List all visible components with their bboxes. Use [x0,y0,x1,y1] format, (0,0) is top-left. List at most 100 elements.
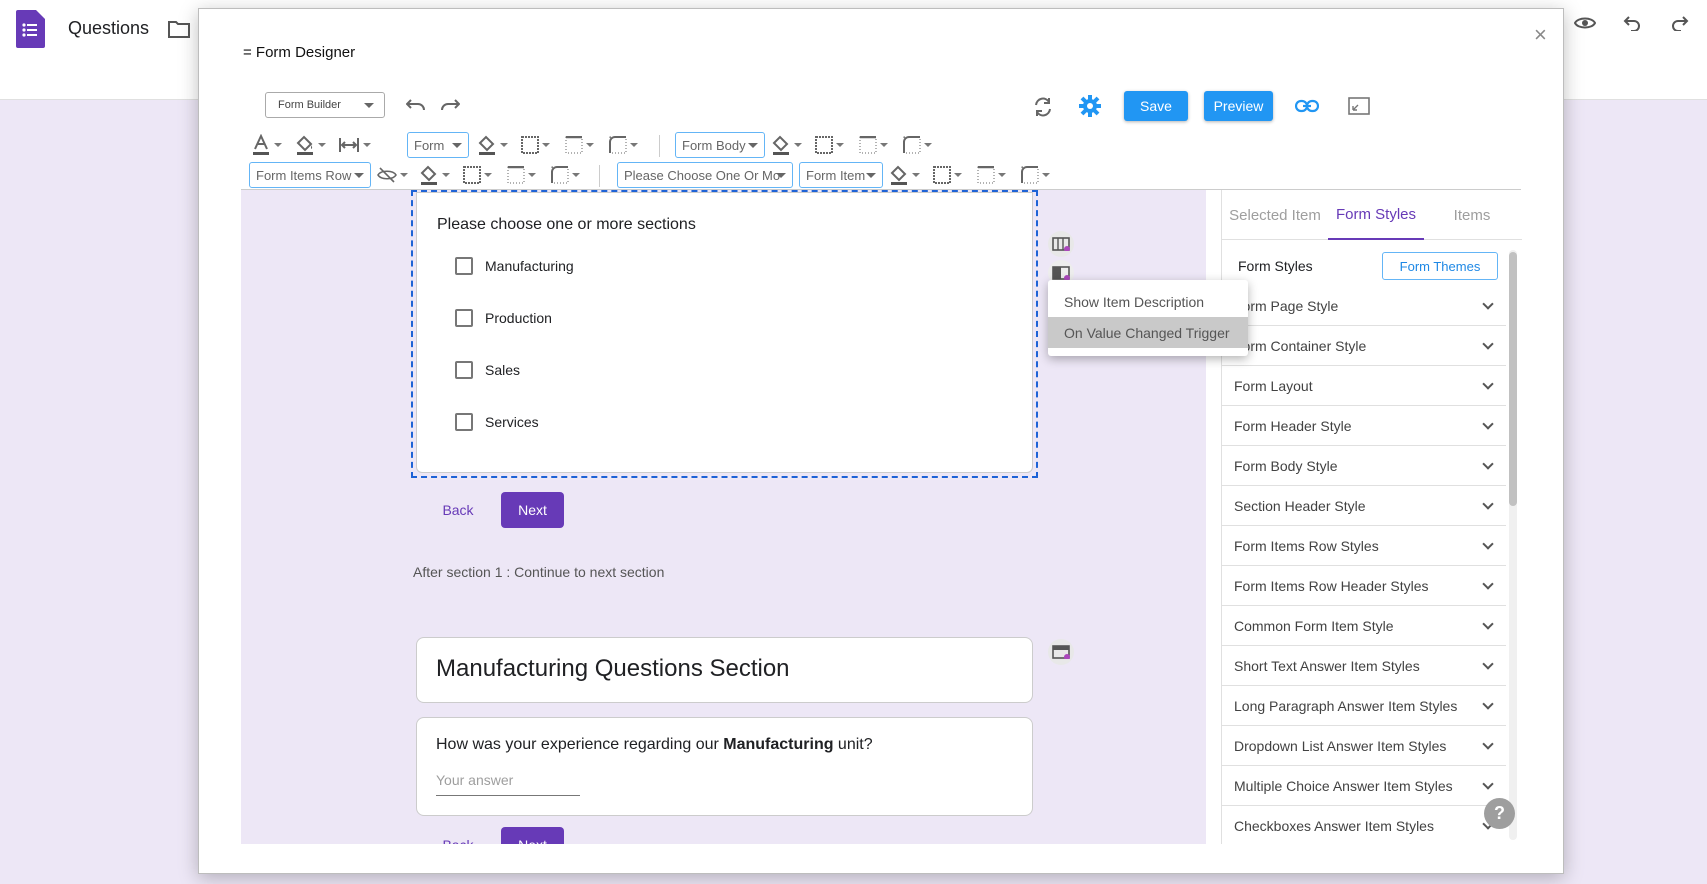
border-all-icon[interactable] [815,133,849,157]
accordion-item[interactable]: Form Layout [1222,366,1506,406]
checkbox[interactable] [455,309,473,327]
accordion-item[interactable]: Multiple Choice Answer Item Styles [1222,766,1506,806]
right-panel: Selected Item Form Styles Items Form Sty… [1221,190,1522,844]
accordion-item[interactable]: Form Page Style [1222,286,1506,326]
next-button[interactable]: Next [501,827,564,844]
short-answer-card[interactable]: How was your experience regarding our Ma… [416,717,1033,816]
width-icon[interactable] [338,133,372,157]
accordion-item[interactable]: Form Items Row Header Styles [1222,566,1506,606]
link-icon[interactable] [1293,95,1321,117]
border-all-icon[interactable] [463,163,497,187]
eye-icon[interactable] [1570,10,1600,36]
tab-items[interactable]: Items [1424,190,1520,240]
chevron-down-icon [1482,538,1494,550]
fill-color-icon[interactable] [295,133,329,157]
fill-color-icon[interactable] [771,133,805,157]
body-select[interactable]: Form Body [675,132,765,158]
checkbox-option[interactable]: Sales [455,361,520,379]
accordion-item[interactable]: Section Header Style [1222,486,1506,526]
checkbox-option[interactable]: Production [455,309,552,327]
border-radius-icon[interactable] [551,163,585,187]
scrollbar-thumb[interactable] [1509,252,1517,506]
undo-icon[interactable] [404,95,428,117]
accordion-item[interactable]: Form Container Style [1222,326,1506,366]
fill-color-icon[interactable] [889,163,923,187]
checkbox-option[interactable]: Services [455,413,539,431]
chevron-down-icon [1482,298,1494,310]
border-all-icon[interactable] [521,133,555,157]
border-radius-icon[interactable] [903,133,937,157]
fill-color-icon[interactable] [419,163,453,187]
checkbox[interactable] [455,257,473,275]
section-settings-icon[interactable] [1048,639,1074,665]
answer-input[interactable]: Your answer [436,772,580,796]
chevron-down-icon [1482,658,1494,670]
redo-icon[interactable] [438,95,462,117]
border-all-icon[interactable] [933,163,967,187]
accordion-item[interactable]: Form Items Row Styles [1222,526,1506,566]
border-outer-icon[interactable] [565,133,599,157]
help-button[interactable]: ? [1484,798,1515,829]
border-radius-icon[interactable] [609,133,643,157]
folder-icon[interactable] [167,18,191,40]
answer-placeholder: Your answer [436,772,514,788]
redo-icon[interactable] [1666,10,1694,36]
checkbox-question-card[interactable]: Please choose one or more sections Manuf… [416,192,1033,473]
app-title[interactable]: Questions [68,18,149,39]
accordion-item[interactable]: Form Header Style [1222,406,1506,446]
items-row-select[interactable]: Form Items Row [249,162,371,188]
accordion-item[interactable]: Checkboxes Answer Item Styles [1222,806,1506,836]
visibility-off-icon[interactable] [377,163,411,187]
accordion-label: Dropdown List Answer Item Styles [1234,737,1447,754]
accordion-item[interactable]: Common Form Item Style [1222,606,1506,646]
accordion-label: Common Form Item Style [1234,617,1394,634]
item-select-value: Form Item [806,167,866,183]
chevron-down-icon [1482,378,1494,390]
panel-tabs: Selected Item Form Styles Items [1222,190,1522,240]
form-select[interactable]: Form [407,132,469,158]
checkbox-option[interactable]: Manufacturing [455,257,574,275]
section-navigation-text: After section 1 : Continue to next secti… [413,564,665,580]
back-button[interactable]: Back [427,827,489,844]
body-select-value: Form Body [682,137,746,153]
column-settings-icon[interactable] [1048,231,1074,257]
accordion-label: Section Header Style [1234,497,1366,514]
form-doc-icon[interactable] [14,10,46,48]
save-button[interactable]: Save [1124,91,1188,121]
form-themes-button[interactable]: Form Themes [1382,252,1498,280]
mode-select[interactable]: Form Builder [265,92,385,118]
border-outer-icon[interactable] [507,163,541,187]
preview-button[interactable]: Preview [1204,91,1273,121]
chevron-down-icon [1482,498,1494,510]
accordion-item[interactable]: Long Paragraph Answer Item Styles [1222,686,1506,726]
border-radius-icon[interactable] [1021,163,1055,187]
fill-color-icon[interactable] [477,133,511,157]
accordion-label: Multiple Choice Answer Item Styles [1234,777,1453,794]
accordion-label: Form Items Row Styles [1234,537,1379,554]
font-color-icon[interactable] [251,133,285,157]
tab-form-styles[interactable]: Form Styles [1328,190,1424,240]
checkbox[interactable] [455,413,473,431]
question-select[interactable]: Please Choose One Or Mo [617,162,793,188]
border-outer-icon[interactable] [859,133,893,157]
refresh-icon[interactable] [1030,94,1056,120]
undo-icon[interactable] [1618,10,1646,36]
accordion-item[interactable]: Form Body Style [1222,446,1506,486]
panel-scrollbar[interactable] [1509,250,1517,840]
close-icon[interactable]: × [1534,22,1547,48]
item-select[interactable]: Form Item [799,162,883,188]
next-button[interactable]: Next [501,492,564,528]
menu-item-show-description[interactable]: Show Item Description [1048,286,1248,317]
question-select-value: Please Choose One Or Mo [624,167,781,183]
section-header-card[interactable]: Manufacturing Questions Section [416,637,1033,703]
menu-item-value-changed-trigger[interactable]: On Value Changed Trigger [1048,317,1248,348]
checkbox[interactable] [455,361,473,379]
chevron-down-icon [1482,338,1494,350]
border-outer-icon[interactable] [977,163,1011,187]
fullscreen-icon[interactable] [1347,95,1371,117]
tab-selected-item[interactable]: Selected Item [1222,190,1328,240]
accordion-item[interactable]: Short Text Answer Item Styles [1222,646,1506,686]
gear-icon[interactable] [1077,93,1103,119]
back-button[interactable]: Back [427,492,489,528]
accordion-item[interactable]: Dropdown List Answer Item Styles [1222,726,1506,766]
